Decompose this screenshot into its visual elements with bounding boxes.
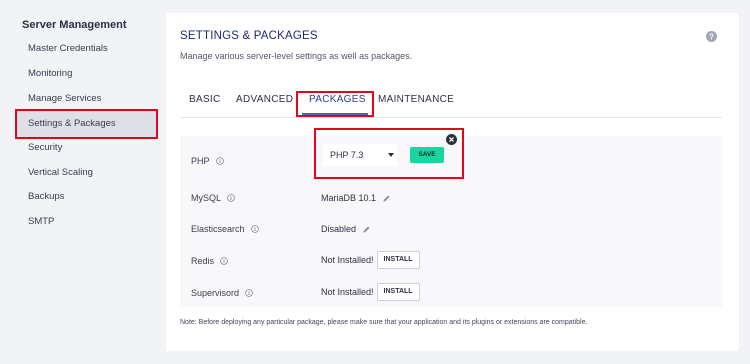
info-icon[interactable] <box>215 157 224 165</box>
info-icon[interactable] <box>250 225 259 233</box>
tab-advanced[interactable]: ADVANCED <box>236 94 293 105</box>
package-value-elasticsearch: Disabled <box>321 224 371 234</box>
sidebar-item-backups[interactable]: Backups <box>16 183 156 211</box>
install-redis-button[interactable]: INSTALL <box>376 251 420 269</box>
sidebar-title: Server Management <box>22 19 127 31</box>
package-label-redis: Redis <box>191 256 215 266</box>
info-icon[interactable] <box>220 257 228 265</box>
package-value-mysql: MariaDB 10.1 <box>321 193 391 203</box>
package-row-elasticsearch: Elasticsearch <box>191 224 259 234</box>
mysql-version: MariaDB 10.1 <box>321 193 377 203</box>
package-label-supervisord: Supervisord <box>191 288 240 298</box>
settings-card: SETTINGS & PACKAGES Manage various serve… <box>166 13 739 351</box>
package-value-supervisord: Not Installed! INSTALL <box>321 283 420 301</box>
tab-basic[interactable]: BASIC <box>189 94 221 105</box>
sidebar: Server Management Master Credentials Mon… <box>0 0 165 364</box>
close-icon[interactable] <box>446 134 457 145</box>
compatibility-note: Note: Before deploying any particular pa… <box>180 319 588 326</box>
package-row-mysql: MySQL <box>191 193 235 203</box>
pencil-icon[interactable] <box>382 194 391 203</box>
tab-maintenance[interactable]: MAINTENANCE <box>378 94 454 105</box>
install-supervisord-button[interactable]: INSTALL <box>376 283 420 301</box>
pencil-icon[interactable] <box>362 225 371 234</box>
sidebar-item-monitoring[interactable]: Monitoring <box>16 60 156 88</box>
page-title: SETTINGS & PACKAGES <box>180 30 318 42</box>
sidebar-item-master-credentials[interactable]: Master Credentials <box>16 35 156 63</box>
php-row-label: PHP <box>191 156 224 166</box>
page-subtitle: Manage various server-level settings as … <box>180 51 413 61</box>
package-label-php-visible: PHP <box>191 156 210 166</box>
redis-status: Not Installed! <box>321 255 374 265</box>
svg-text:?: ? <box>709 32 714 41</box>
elasticsearch-status: Disabled <box>321 224 357 234</box>
package-row-supervisord: Supervisord <box>191 288 253 298</box>
package-row-redis: Redis <box>191 256 228 266</box>
package-label-mysql: MySQL <box>191 193 222 203</box>
info-icon[interactable] <box>227 194 235 202</box>
package-label-elasticsearch: Elasticsearch <box>191 224 245 234</box>
info-icon[interactable] <box>245 289 253 297</box>
highlight-box-tab <box>296 91 374 117</box>
sidebar-item-smtp[interactable]: SMTP <box>16 208 156 236</box>
question-circle-icon[interactable]: ? <box>706 31 717 42</box>
package-value-redis: Not Installed! INSTALL <box>321 251 420 269</box>
highlight-box-sidebar <box>15 109 158 139</box>
supervisord-status: Not Installed! <box>321 287 374 297</box>
tabs-divider <box>180 117 722 118</box>
highlight-box-php <box>314 128 464 179</box>
